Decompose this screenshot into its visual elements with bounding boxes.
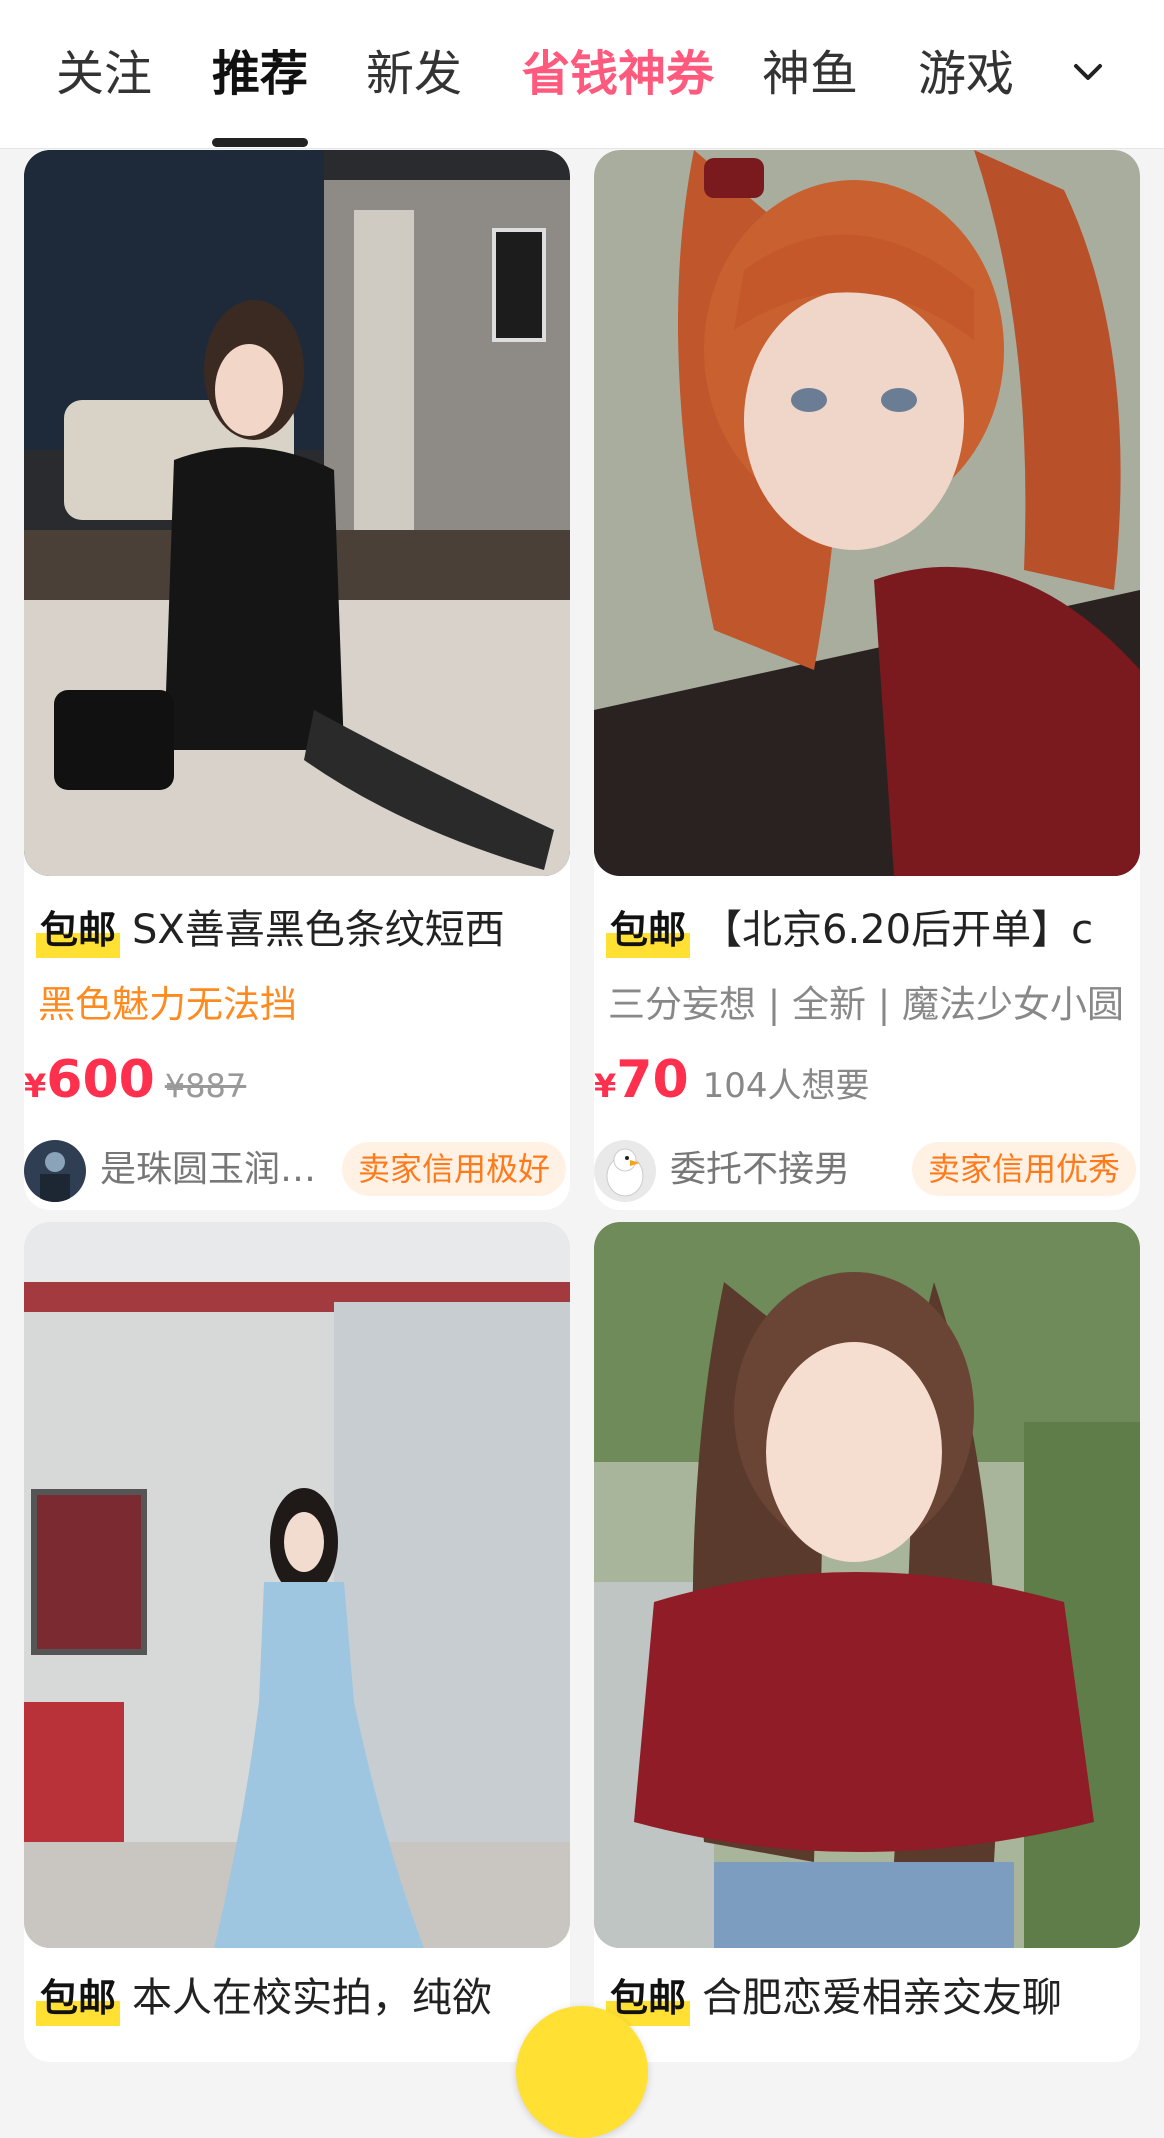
- product-title: 本人在校实拍，纯欲: [132, 1975, 493, 2021]
- tab-new[interactable]: 新发: [366, 44, 462, 104]
- product-photo[interactable]: [594, 150, 1140, 876]
- product-photo[interactable]: [24, 1222, 570, 1948]
- price: 70: [616, 1050, 689, 1110]
- tab-recommend[interactable]: 推荐: [212, 44, 308, 104]
- tab-follow[interactable]: 关注: [56, 44, 152, 104]
- seller-name: 是珠圆玉润…: [100, 1149, 317, 1190]
- price-row: ¥70 104人想要: [594, 1050, 1134, 1120]
- price: 600: [46, 1050, 155, 1110]
- top-tab-bar: 关注 推荐 新发 省钱神券 神鱼 游戏: [0, 0, 1164, 149]
- product-title: 合肥恋爱相亲交友聊: [702, 1975, 1063, 2021]
- avatar[interactable]: [24, 1140, 86, 1202]
- tab-shenyu[interactable]: 神鱼: [762, 44, 858, 104]
- tab-coupon[interactable]: 省钱神券: [522, 44, 714, 104]
- free-shipping-badge: 包邮: [36, 1970, 121, 2026]
- seller-name: 委托不接男: [670, 1149, 851, 1190]
- want-count: 104人想要: [702, 1066, 870, 1106]
- currency-symbol: ¥: [594, 1067, 617, 1105]
- price-row: ¥600 ¥887: [24, 1050, 564, 1120]
- product-card[interactable]: 包邮 【北京6.20后开单】c 三分妄想 | 全新 | 魔法少女小圆 ¥70 104…: [594, 150, 1140, 1210]
- product-card[interactable]: 包邮 合肥恋爱相亲交友聊: [594, 1222, 1140, 2062]
- product-subtitle: 黑色魅力无法挡: [38, 983, 297, 1026]
- free-shipping-badge: 包邮: [36, 902, 121, 958]
- publish-button[interactable]: [516, 2006, 648, 2138]
- product-title-row: 包邮 【北京6.20后开单】c: [606, 902, 1136, 958]
- avatar[interactable]: [594, 1140, 656, 1202]
- free-shipping-badge: 包邮: [606, 902, 691, 958]
- credit-badge: 卖家信用极好: [341, 1142, 566, 1196]
- product-title: 【北京6.20后开单】c: [702, 907, 1094, 953]
- product-card[interactable]: 包邮 本人在校实拍，纯欲: [24, 1222, 570, 2062]
- chevron-down-icon[interactable]: [1064, 48, 1112, 96]
- product-photo[interactable]: [594, 1222, 1140, 1948]
- seller-row[interactable]: 委托不接男 卖家信用优秀: [594, 1134, 1140, 1202]
- product-photo[interactable]: [24, 150, 570, 876]
- credit-badge: 卖家信用优秀: [911, 1142, 1136, 1196]
- tab-games[interactable]: 游戏: [918, 44, 1014, 104]
- product-title-row: 包邮 SX善喜黑色条纹短西: [36, 902, 566, 958]
- currency-symbol: ¥: [24, 1067, 47, 1105]
- product-title: SX善喜黑色条纹短西: [132, 907, 505, 953]
- active-tab-indicator: [212, 138, 308, 147]
- seller-row[interactable]: 是珠圆玉润… 卖家信用极好: [24, 1134, 570, 1202]
- product-title-row: 包邮 本人在校实拍，纯欲: [36, 1970, 566, 2026]
- product-card[interactable]: 包邮 SX善喜黑色条纹短西 黑色魅力无法挡 ¥600 ¥887: [24, 150, 570, 1210]
- original-price: ¥887: [164, 1067, 247, 1105]
- product-subtitle: 三分妄想 | 全新 | 魔法少女小圆: [608, 983, 1124, 1026]
- product-title-row: 包邮 合肥恋爱相亲交友聊: [606, 1970, 1136, 2026]
